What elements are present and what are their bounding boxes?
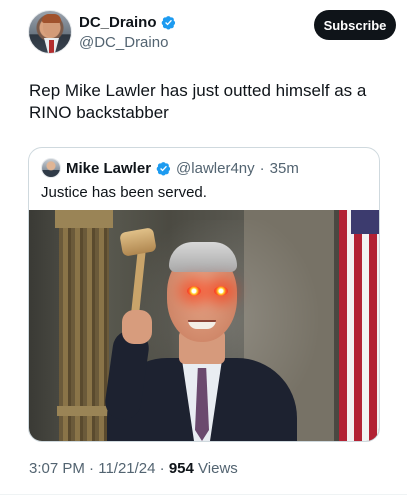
quoted-tweet-photo[interactable] [29, 210, 379, 441]
views-count: 954 [168, 460, 194, 477]
author-avatar[interactable] [28, 10, 72, 54]
avatar-hair [42, 14, 61, 23]
tweet-meta: 3:07 PM · 11/21/24 · 954 Views [29, 460, 238, 477]
views-label: Views [198, 460, 238, 477]
photo-hair [169, 242, 237, 272]
quoted-verified-badge-icon [156, 161, 171, 175]
meta-separator-2: · [159, 460, 165, 477]
subscribe-button[interactable]: Subscribe [314, 10, 396, 40]
photo-hand [122, 310, 152, 344]
bottom-divider [0, 494, 407, 495]
avatar-tie [49, 40, 54, 53]
quoted-time-ago: 35m [269, 159, 299, 177]
photo-flag-canton [351, 210, 379, 234]
author-display-name[interactable]: DC_Draino [79, 14, 157, 31]
photo-flag [339, 210, 379, 441]
quoted-tweet-header: Mike Lawler @lawler4ny · 35m [41, 158, 299, 178]
quoted-tweet[interactable]: Mike Lawler @lawler4ny · 35m Justice has… [28, 147, 380, 442]
tweet-date[interactable]: 11/21/24 [98, 460, 155, 477]
glowing-eye-right [214, 286, 228, 296]
photo-column-band [57, 406, 111, 416]
tweet-header: DC_Draino @DC_Draino Subscribe [24, 8, 396, 64]
quoted-author-handle: @lawler4ny [176, 159, 255, 177]
quoted-author-display-name: Mike Lawler [66, 159, 152, 177]
glowing-eye-left [187, 286, 201, 296]
verified-badge-icon [161, 16, 175, 30]
meta-separator-1: · [89, 460, 95, 477]
author-name-row: DC_Draino [79, 14, 176, 31]
photo-column-cap [55, 210, 113, 228]
tweet-time[interactable]: 3:07 PM [29, 460, 85, 477]
tweet-text: Rep Mike Lawler has just outted himself … [29, 81, 367, 122]
quoted-author-avatar [41, 158, 61, 178]
author-handle[interactable]: @DC_Draino [79, 34, 168, 51]
quoted-separator: · [259, 159, 265, 177]
quoted-tweet-text: Justice has been served. [41, 184, 207, 201]
